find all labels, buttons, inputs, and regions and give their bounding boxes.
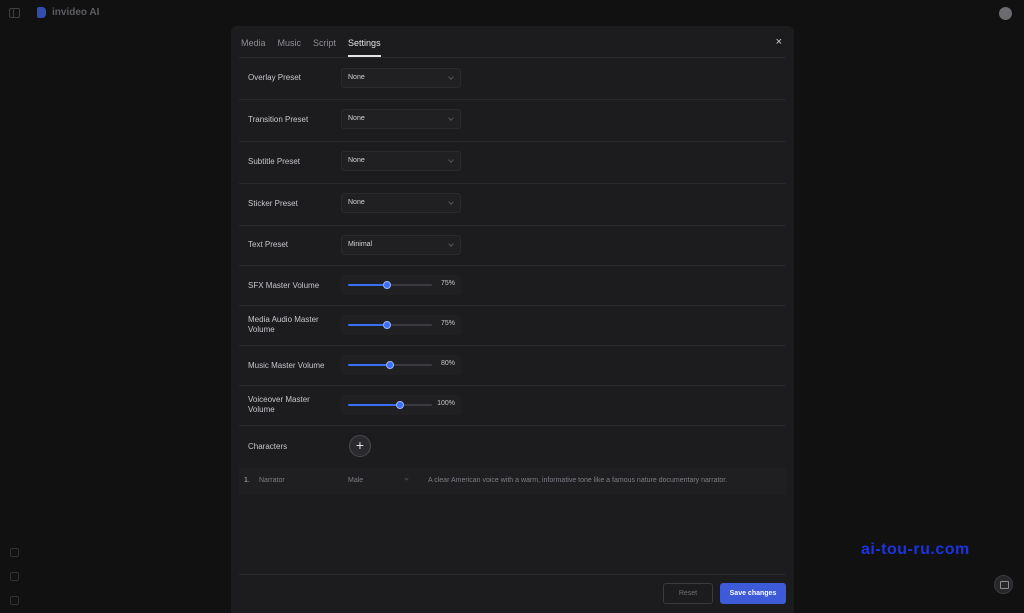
chevron-down-icon: [448, 157, 454, 163]
slider-fill: [348, 284, 388, 286]
sfx-volume-value: 75%: [440, 280, 455, 287]
slider-thumb[interactable]: [396, 401, 405, 409]
transition-preset-value: None: [348, 115, 365, 122]
subtitle-preset-value: None: [348, 157, 365, 164]
character-index: 1.: [244, 477, 250, 484]
chevron-down-icon: [404, 476, 409, 481]
voiceover-volume-slider[interactable]: [348, 401, 432, 409]
app-name: invideo AI: [52, 7, 100, 18]
setting-row-voiceover-volume: Voiceover Master Volume 100%: [239, 386, 786, 426]
setting-row-overlay: Overlay Preset None: [239, 58, 786, 100]
tab-music[interactable]: Music: [278, 26, 302, 57]
music-volume-control: 80%: [341, 355, 461, 375]
sticker-preset-label: Sticker Preset: [248, 199, 298, 208]
sfx-volume-control: 75%: [341, 275, 461, 295]
character-name[interactable]: Narrator: [259, 477, 285, 484]
sfx-volume-slider[interactable]: [348, 281, 432, 289]
slider-thumb[interactable]: [383, 281, 392, 289]
invideo-logo-icon: [37, 7, 46, 18]
media-audio-volume-value: 75%: [440, 320, 455, 327]
overlay-preset-select[interactable]: None: [341, 68, 461, 88]
overlay-preset-label: Overlay Preset: [248, 73, 301, 82]
info-icon[interactable]: [10, 596, 19, 605]
slider-thumb[interactable]: [385, 361, 394, 369]
character-voice-value: Male: [348, 477, 364, 484]
setting-row-sticker: Sticker Preset None: [239, 184, 786, 226]
characters-label: Characters: [248, 442, 288, 451]
grid-icon[interactable]: [10, 548, 19, 557]
music-volume-label: Music Master Volume: [248, 361, 325, 370]
settings-icon[interactable]: [10, 572, 19, 581]
setting-row-media-audio-volume: Media Audio Master Volume 75%: [239, 306, 786, 346]
slider-fill: [348, 404, 401, 406]
character-description[interactable]: A clear American voice with a warm, info…: [428, 477, 727, 484]
top-bar: invideo AI: [0, 0, 1024, 26]
sfx-volume-label: SFX Master Volume: [248, 281, 320, 290]
tab-bar: Media Music Script Settings: [241, 26, 381, 57]
setting-row-subtitle: Subtitle Preset None: [239, 142, 786, 184]
media-audio-volume-label: Media Audio Master Volume: [248, 315, 319, 334]
setting-row-sfx-volume: SFX Master Volume 75%: [239, 266, 786, 306]
avatar[interactable]: [999, 7, 1012, 20]
transition-preset-label: Transition Preset: [248, 115, 309, 124]
voiceover-volume-control: 100%: [341, 395, 461, 415]
chevron-down-icon: [448, 199, 454, 205]
text-preset-label: Text Preset: [248, 240, 289, 249]
subtitle-preset-label: Subtitle Preset: [248, 157, 301, 166]
chat-support-button[interactable]: [994, 575, 1013, 594]
divider: [239, 574, 786, 575]
close-icon[interactable]: ×: [776, 36, 782, 48]
character-voice-select[interactable]: Male: [343, 472, 413, 490]
add-character-button[interactable]: +: [349, 435, 371, 457]
characters-section: Characters +: [239, 426, 786, 468]
voiceover-volume-label: Voiceover Master Volume: [248, 395, 310, 414]
character-row[interactable]: 1. Narrator Male A clear American voice …: [239, 468, 786, 495]
tab-media[interactable]: Media: [241, 26, 266, 57]
sticker-preset-select[interactable]: None: [341, 193, 461, 213]
music-volume-slider[interactable]: [348, 361, 432, 369]
text-preset-value: Minimal: [348, 241, 373, 248]
sidebar-toggle-icon[interactable]: [9, 8, 20, 18]
chevron-down-icon: [448, 115, 454, 121]
transition-preset-select[interactable]: None: [341, 109, 461, 129]
save-changes-button[interactable]: Save changes: [720, 583, 786, 604]
chevron-down-icon: [448, 241, 454, 247]
reset-button[interactable]: Reset: [663, 583, 713, 604]
overlay-preset-value: None: [348, 74, 365, 81]
media-audio-volume-slider[interactable]: [348, 321, 432, 329]
slider-thumb[interactable]: [383, 321, 392, 329]
media-audio-volume-control: 75%: [341, 315, 461, 335]
slider-fill: [348, 364, 390, 366]
sticker-preset-value: None: [348, 199, 365, 206]
tab-script[interactable]: Script: [313, 26, 336, 57]
settings-modal: Media Music Script Settings × Overlay Pr…: [231, 26, 794, 613]
setting-row-text: Text Preset Minimal: [239, 226, 786, 266]
voiceover-volume-value: 100%: [437, 400, 455, 407]
tab-settings[interactable]: Settings: [348, 26, 381, 57]
subtitle-preset-select[interactable]: None: [341, 151, 461, 171]
slider-fill: [348, 324, 388, 326]
watermark: ai-tou-ru.com: [861, 541, 970, 558]
brand[interactable]: invideo AI: [37, 7, 99, 18]
music-volume-value: 80%: [440, 360, 455, 367]
left-rail: [10, 548, 19, 605]
setting-row-music-volume: Music Master Volume 80%: [239, 346, 786, 386]
setting-row-transition: Transition Preset None: [239, 100, 786, 142]
text-preset-select[interactable]: Minimal: [341, 235, 461, 255]
chevron-down-icon: [448, 74, 454, 80]
